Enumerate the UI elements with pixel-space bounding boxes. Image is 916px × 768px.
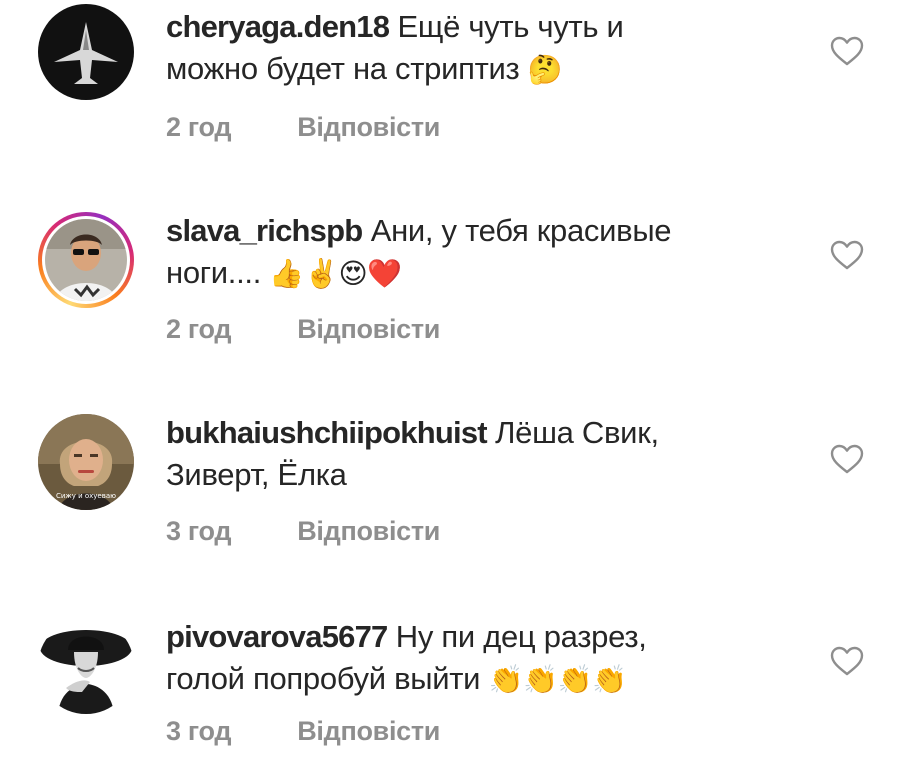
like-button[interactable]	[830, 240, 864, 270]
comment-text: можно будет на стриптиз	[166, 51, 520, 86]
emoji-group-icon: 👍✌️😍❤️	[269, 257, 402, 290]
avatar[interactable]: Сижу и охуеваю	[38, 414, 134, 510]
comment-time: 2 год	[166, 112, 232, 142]
like-button[interactable]	[830, 36, 864, 66]
comment-time: 3 год	[166, 516, 232, 546]
heart-outline-icon	[830, 36, 864, 66]
comment-item: Сижу и охуеваю bukhaiushchiipokhuist Лёш…	[0, 400, 916, 600]
comment-time: 3 год	[166, 716, 232, 746]
avatar[interactable]	[38, 618, 134, 714]
comment-username[interactable]: bukhaiushchiipokhuist	[166, 415, 488, 450]
comment-time: 2 год	[166, 314, 232, 344]
reply-button[interactable]: Відповісти	[297, 112, 440, 143]
like-button[interactable]	[830, 646, 864, 676]
heart-outline-icon	[830, 240, 864, 270]
comment-username[interactable]: pivovarova5677	[166, 619, 388, 654]
comment-item: pivovarova5677 Ну пи дец разрез, голой п…	[0, 600, 916, 768]
comment-item: slava_richspb Ани, у тебя красивые ноги.…	[0, 200, 916, 400]
comment-text: голой попробуй выйти	[166, 661, 481, 696]
comment-text: Лёша Свик,	[495, 415, 659, 450]
comment-username[interactable]: slava_richspb	[166, 213, 363, 248]
clapping-hands-icon: 👏👏👏👏	[488, 663, 628, 696]
avatar[interactable]	[38, 4, 134, 100]
comment-text: Зиверт, Ёлка	[166, 457, 347, 492]
heart-outline-icon	[830, 646, 864, 676]
like-button[interactable]	[830, 444, 864, 474]
comment-text: ноги....	[166, 255, 262, 290]
comment-item: cheryaga.den18 Ещё чуть чуть и можно буд…	[0, 0, 916, 200]
man-sunglasses-avatar-icon	[45, 219, 127, 301]
woman-portrait-avatar-icon: Сижу и охуеваю	[38, 414, 134, 510]
comment-text: Ани, у тебя красивые	[370, 213, 672, 248]
reply-button[interactable]: Відповісти	[297, 314, 440, 345]
avatar-caption: Сижу и охуеваю	[56, 492, 116, 500]
jet-avatar-icon	[38, 4, 134, 100]
comment-username[interactable]: cheryaga.den18	[166, 9, 390, 44]
comment-text: Ещё чуть чуть и	[397, 9, 624, 44]
reply-button[interactable]: Відповісти	[297, 716, 440, 747]
reply-button[interactable]: Відповісти	[297, 516, 440, 547]
thinking-emoji-icon: 🤔	[527, 53, 563, 86]
heart-outline-icon	[830, 444, 864, 474]
avatar[interactable]	[38, 212, 134, 308]
comment-text: Ну пи дец разрез,	[395, 619, 647, 654]
woman-hat-avatar-icon	[38, 618, 134, 714]
